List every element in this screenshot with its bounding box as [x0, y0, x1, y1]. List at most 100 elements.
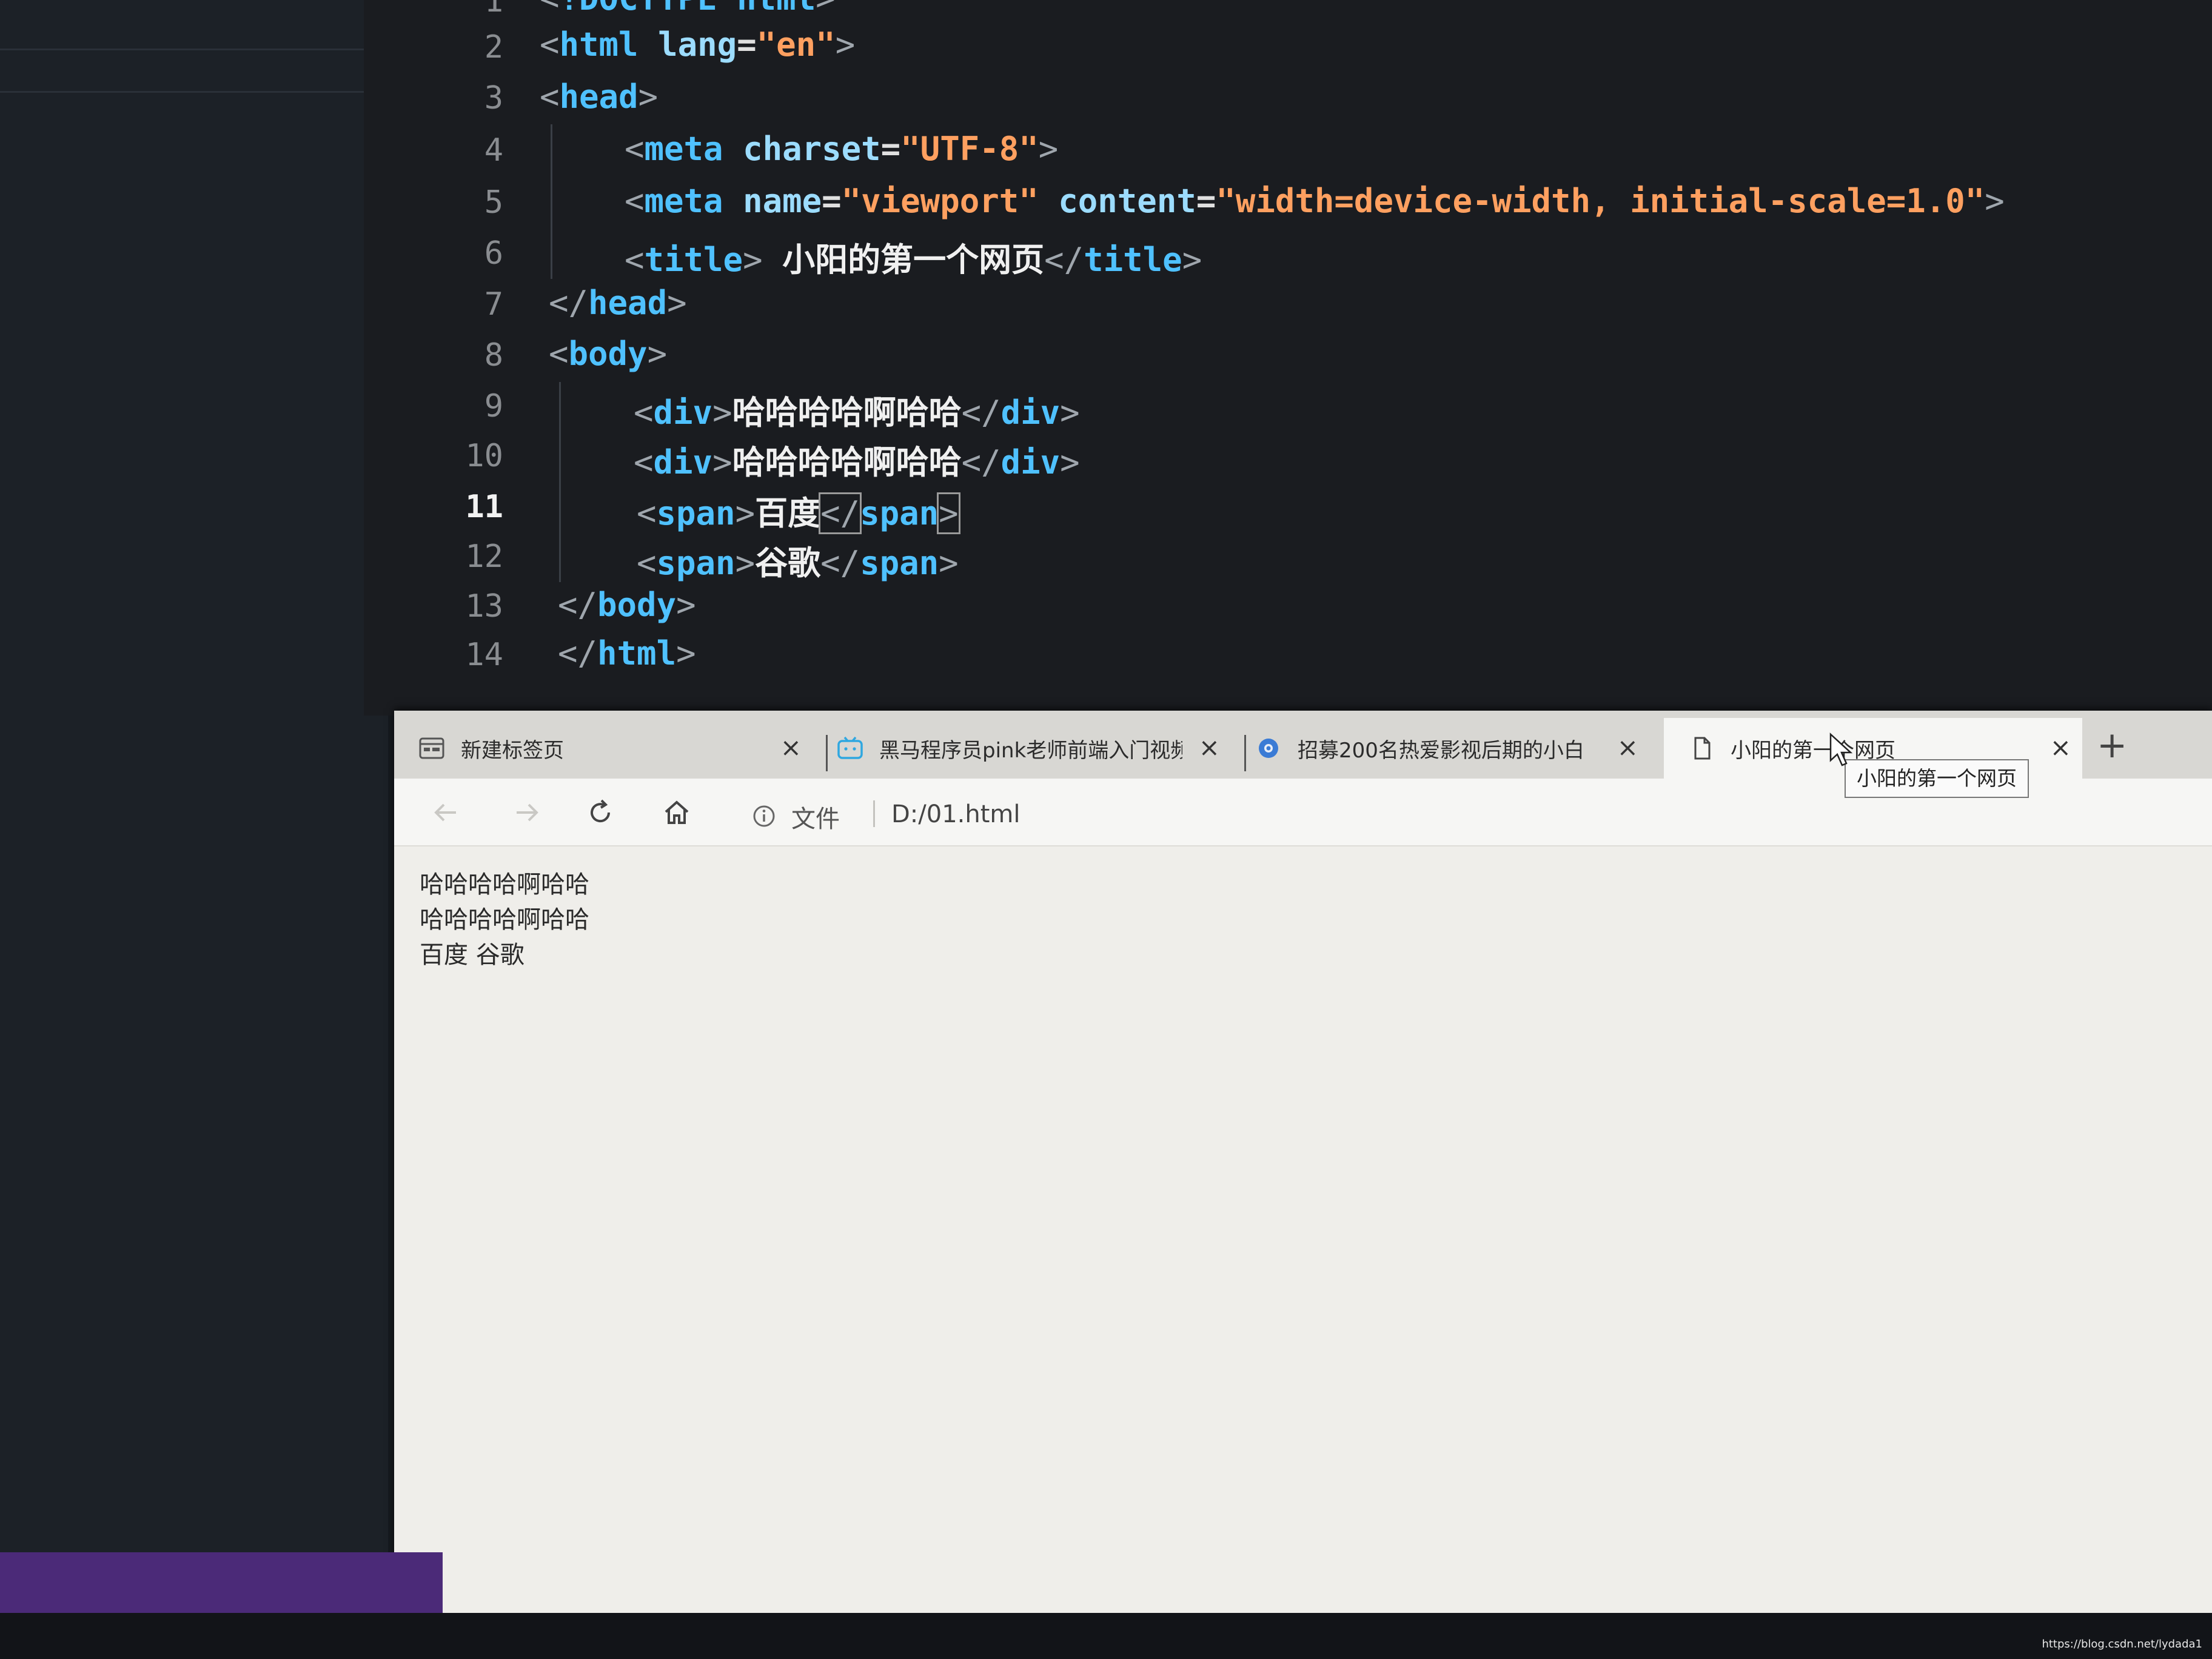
code-tag: !DOCTYPE html [560, 0, 816, 18]
code-line: </body> [558, 586, 696, 624]
line-number: 7 [484, 286, 503, 323]
line-number: 4 [484, 132, 503, 169]
code-punc: > [1985, 182, 2005, 220]
code-tag: div [1000, 443, 1061, 481]
code-editor[interactable]: 1 2 3 4 5 6 7 8 9 10 11 12 13 14 <!DOCTY… [364, 0, 2212, 716]
line-number: 3 [484, 80, 503, 116]
matched-bracket: </ [819, 492, 862, 534]
code-tag: div [653, 443, 713, 481]
code-tag: span [656, 544, 736, 582]
tab-tooltip: 小阳的第一个网页 [1845, 759, 2029, 798]
code-punc: > [743, 241, 763, 279]
address-divider [873, 800, 875, 827]
code-string: "viewport" [841, 182, 1039, 220]
code-punc: < [625, 241, 645, 279]
code-line-active[interactable]: <span>百度</span> [637, 486, 960, 534]
indent-guide [551, 124, 552, 279]
code-punc: > [712, 394, 732, 432]
code-punc: < [634, 443, 654, 481]
code-punc: > [676, 586, 696, 624]
code-punc: > [667, 284, 687, 322]
code-punc: < [540, 25, 560, 64]
code-line: <span>谷歌</span> [637, 536, 959, 584]
code-line: <head> [540, 78, 658, 116]
code-punc: < [625, 130, 645, 168]
code-tag: head [559, 78, 638, 116]
code-text: 小阳的第一个网页 [762, 241, 1045, 279]
line-number: 8 [484, 337, 503, 374]
code-line: <body> [549, 335, 667, 373]
page-viewport: 哈哈哈哈啊哈哈 哈哈哈哈啊哈哈 百度 谷歌 [394, 846, 2212, 1613]
code-punc: > [1060, 443, 1080, 481]
watermark: https://blog.csdn.net/lydada1 [2042, 1638, 2202, 1651]
line-number: 1 [484, 0, 503, 19]
code-attr: charset [743, 130, 881, 168]
line-number: 9 [484, 388, 503, 424]
code-tag: meta [644, 182, 723, 220]
line-number: 12 [465, 538, 503, 575]
code-tag: meta [644, 130, 723, 168]
code-punc: < [540, 78, 560, 116]
line-number: 10 [465, 438, 503, 474]
code-attr: name [743, 182, 822, 220]
line-number-active: 11 [465, 489, 503, 525]
code-attr: content [1058, 182, 1196, 220]
tab-new-tab-page[interactable]: 新建标签页 × [394, 718, 813, 779]
back-arrow-icon[interactable] [429, 796, 463, 830]
code-tag: body [597, 586, 677, 624]
code-punc: < [637, 544, 657, 582]
tab-recruit[interactable]: 招募200名热爱影视后期的小白 × [1231, 718, 1649, 779]
code-punc: > [735, 544, 756, 582]
forward-arrow-icon[interactable] [509, 796, 543, 830]
code-tag: span [860, 494, 939, 532]
tab-pink-video[interactable]: 黑马程序员pink老师前端入门视频 × [813, 718, 1231, 779]
close-icon[interactable]: × [780, 732, 802, 762]
code-eq: = [737, 25, 757, 64]
code-punc: < [637, 494, 657, 532]
gear-icon [1259, 739, 1278, 758]
sidebar-panel [0, 0, 388, 1659]
code-eq: = [880, 130, 901, 168]
code-eq: = [822, 182, 842, 220]
code-punc: < [625, 182, 645, 220]
code-tag: html [597, 634, 677, 672]
page-div-text: 哈哈哈哈啊哈哈 [420, 871, 589, 899]
code-punc: < [540, 0, 560, 18]
home-icon[interactable] [660, 796, 694, 830]
code-punc: > [638, 78, 659, 116]
page-span-text: 百度 谷歌 [420, 941, 525, 969]
line-number: 14 [465, 637, 503, 673]
info-icon[interactable] [752, 804, 776, 828]
bottom-bezel: https://blog.csdn.net/lydada1 [0, 1613, 2212, 1659]
close-icon[interactable]: × [1617, 732, 1638, 762]
code-line: <meta charset="UTF-8"> [625, 130, 1058, 168]
code-string: "en" [756, 25, 836, 64]
sidebar-divider [0, 91, 364, 93]
code-punc: </ [961, 443, 1001, 481]
code-punc: > [1182, 241, 1202, 279]
code-tag: head [588, 284, 668, 322]
code-punc: </ [558, 634, 598, 672]
close-icon[interactable]: × [1199, 732, 1220, 762]
refresh-icon[interactable] [583, 796, 617, 830]
code-attr: lang [658, 25, 737, 64]
mouse-cursor-icon [1829, 732, 1853, 766]
code-punc: > [939, 544, 959, 582]
code-line: <title> 小阳的第一个网页</title> [625, 233, 1202, 281]
code-string: "UTF-8" [900, 130, 1039, 168]
tab-label: 招募200名热爱影视后期的小白 [1298, 738, 1584, 763]
code-line: </head> [549, 284, 687, 322]
new-tab-button[interactable]: + [2097, 724, 2127, 766]
code-string: "width=device-width, initial-scale=1.0" [1216, 182, 1985, 220]
code-punc: > [647, 335, 668, 373]
line-number: 2 [484, 29, 503, 65]
code-punc: > [816, 0, 836, 18]
code-line: </html> [558, 634, 696, 672]
address-bar[interactable]: D:/01.html [891, 800, 1020, 828]
code-tag: div [1000, 394, 1061, 432]
code-line: <html lang="en"> [540, 25, 855, 64]
code-tag: title [1084, 241, 1182, 279]
code-punc: </ [558, 586, 598, 624]
sidebar-divider [0, 49, 364, 50]
close-icon[interactable]: × [2050, 732, 2071, 762]
